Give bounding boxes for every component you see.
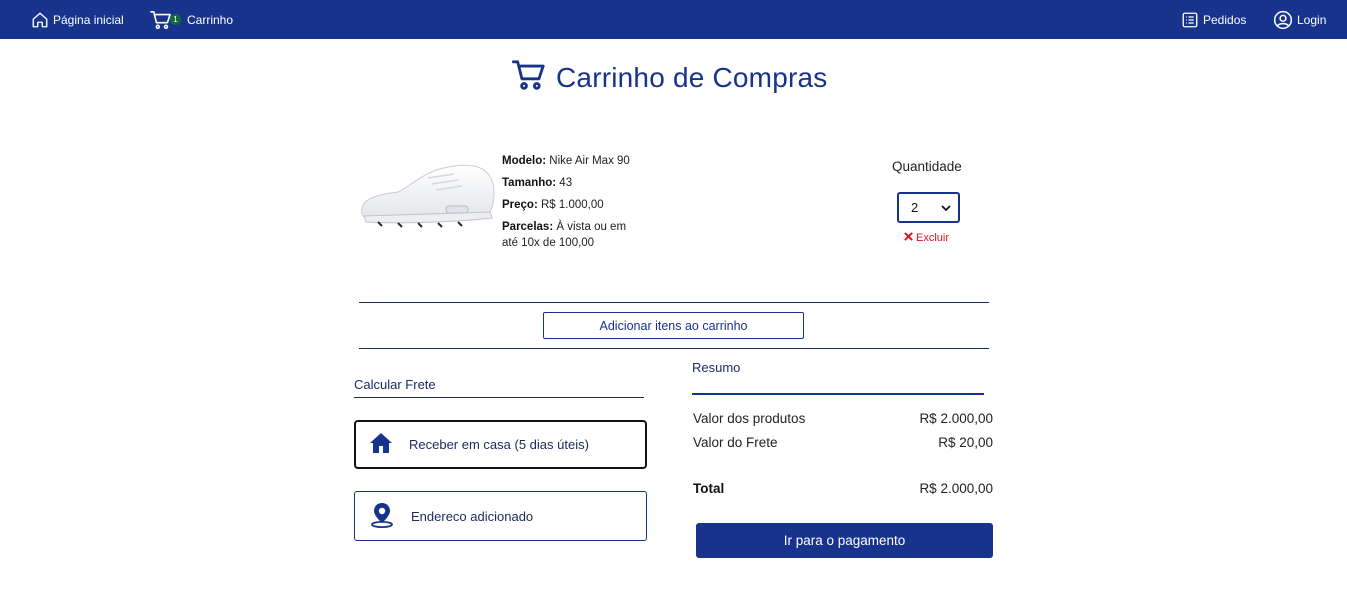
nav-login-link[interactable]: Login (1273, 0, 1326, 39)
product-info: Modelo: Nike Air Max 90 Tamanho: 43 Preç… (502, 150, 642, 251)
nav-cart-link[interactable]: 1 Carrinho (150, 0, 233, 39)
shipping-option-label: Receber em casa (5 dias úteis) (409, 437, 589, 452)
top-navbar: Página inicial 1 Carrinho Pedidos Login (0, 0, 1347, 39)
summary-shipping-label: Valor do Frete (693, 435, 778, 450)
nav-home-label: Página inicial (53, 12, 124, 27)
summary-title: Resumo (692, 360, 741, 375)
user-circle-icon (1273, 10, 1293, 30)
summary-products-label: Valor dos produtos (693, 411, 806, 426)
nav-login-label: Login (1297, 12, 1327, 27)
summary-shipping-row: Valor do Frete R$ 20,00 (693, 435, 993, 450)
summary-shipping-value: R$ 20,00 (938, 435, 993, 450)
remove-item-button[interactable]: Excluir (904, 232, 949, 244)
nav-orders-link[interactable]: Pedidos (1181, 0, 1246, 39)
go-to-payment-button[interactable]: Ir para o pagamento (696, 523, 993, 558)
quantity-value: 2 (911, 200, 919, 215)
summary-products-row: Valor dos produtos R$ 2.000,00 (693, 411, 993, 426)
cart-icon (150, 10, 172, 30)
map-pin-icon (369, 502, 395, 531)
nav-orders-label: Pedidos (1203, 12, 1247, 27)
page-title-block: Carrinho de Compras (511, 58, 828, 98)
chevron-down-icon (941, 200, 951, 215)
product-model: Modelo: Nike Air Max 90 (502, 155, 630, 167)
quantity-select[interactable]: 2 (897, 192, 960, 223)
quantity-label: Quantidade (892, 159, 962, 174)
home-icon (31, 11, 49, 29)
nav-home-link[interactable]: Página inicial (31, 0, 124, 39)
sneaker-image (358, 158, 498, 232)
page-title: Carrinho de Compras (556, 62, 828, 93)
add-items-button[interactable]: Adicionar itens ao carrinho (543, 312, 804, 339)
summary-total-label: Total (693, 481, 725, 496)
divider (359, 302, 989, 303)
shipping-option-home[interactable]: Receber em casa (5 dias úteis) (354, 420, 647, 469)
product-size: Tamanho: 43 (502, 177, 573, 189)
summary-products-value: R$ 2.000,00 (919, 411, 993, 426)
product-price: Preço: R$ 1.000,00 (502, 199, 604, 211)
cart-icon (511, 59, 546, 98)
shipping-title: Calcular Frete (354, 377, 436, 392)
cart-count-badge: 1 (170, 13, 181, 25)
divider (354, 397, 644, 398)
summary-total-row: Total R$ 2.000,00 (693, 481, 993, 496)
shipping-option-label: Endereco adicionado (411, 508, 534, 524)
summary-total-value: R$ 2.000,00 (919, 481, 993, 496)
divider (692, 393, 984, 395)
list-icon (1181, 11, 1199, 29)
remove-item-label: Excluir (916, 232, 950, 244)
nav-cart-label: Carrinho (187, 12, 234, 27)
close-icon (904, 232, 913, 244)
product-installments: Parcelas: À vista ou em até 10x de 100,0… (502, 221, 627, 249)
home-icon (369, 432, 393, 457)
divider (359, 348, 989, 349)
shipping-option-address[interactable]: Endereco adicionado (354, 491, 647, 541)
